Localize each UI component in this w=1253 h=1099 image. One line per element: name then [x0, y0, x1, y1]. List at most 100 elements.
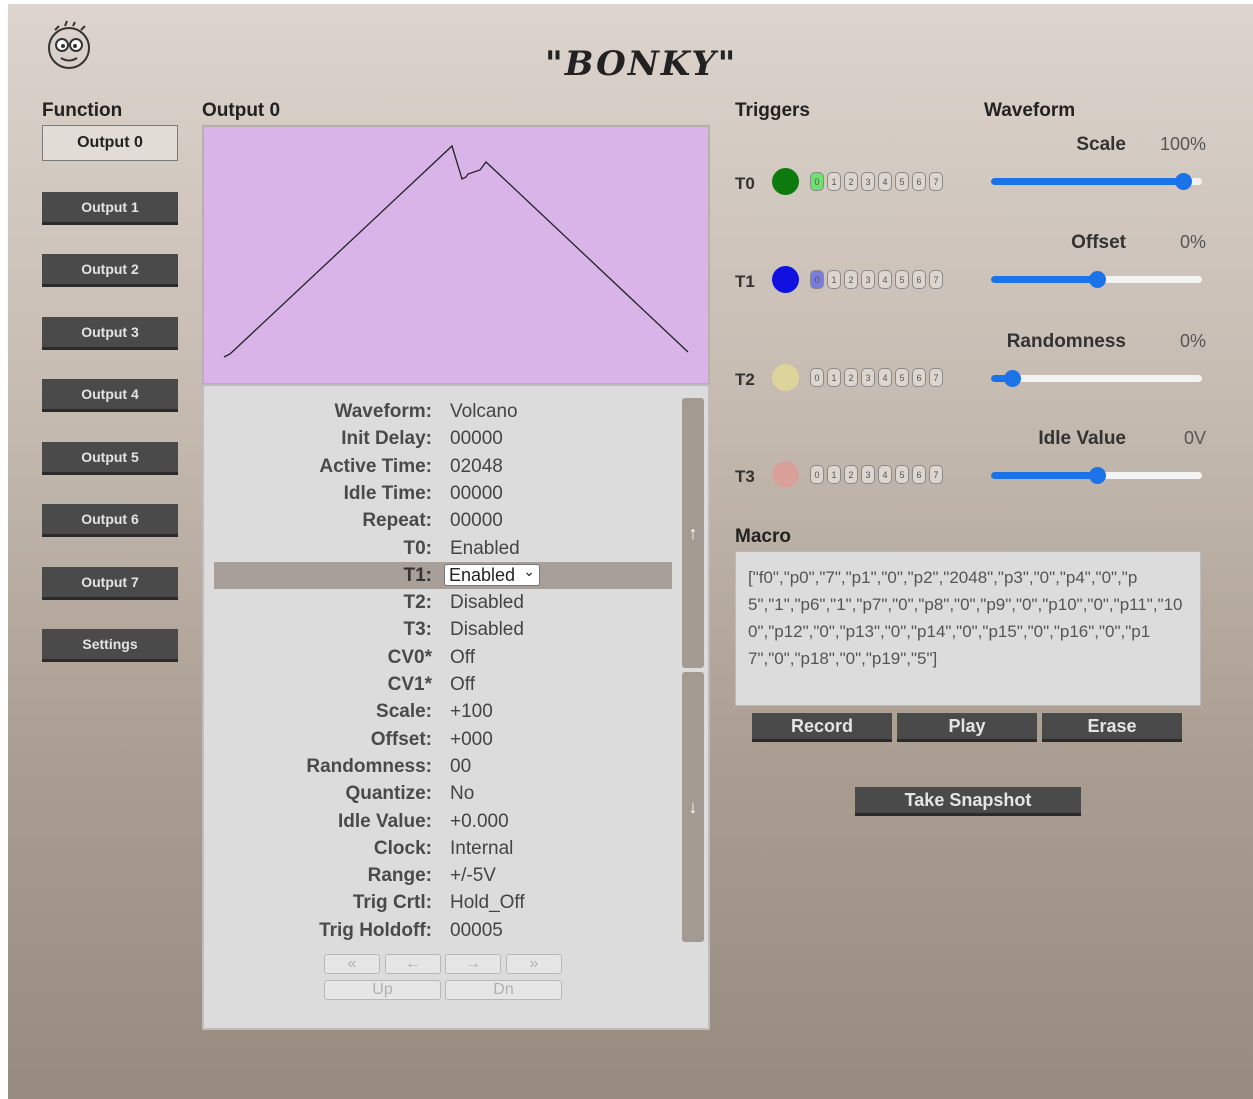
trigger-bit-toggle[interactable]: 0: [810, 465, 824, 484]
param-row[interactable]: Idle Value: +0.000: [214, 808, 672, 835]
param-row[interactable]: T0: Enabled: [214, 535, 672, 562]
trigger-bit-toggle[interactable]: 4: [878, 465, 892, 484]
param-row[interactable]: Clock: Internal: [214, 835, 672, 862]
trigger-bit-toggle[interactable]: 6: [912, 172, 926, 191]
param-row[interactable]: Offset: +000: [214, 726, 672, 753]
param-row[interactable]: T1: Enabled ⌄: [214, 561, 672, 589]
param-row[interactable]: Repeat: 00000: [214, 507, 672, 534]
trigger-bit-toggle[interactable]: 3: [861, 465, 875, 484]
record-button[interactable]: Record: [752, 713, 892, 742]
param-row[interactable]: Quantize: No: [214, 780, 672, 807]
trigger-bit-toggle[interactable]: 0: [810, 172, 824, 191]
param-row[interactable]: CV0* Off: [214, 644, 672, 671]
trigger-bit-toggle[interactable]: 1: [827, 270, 841, 289]
trigger-bit-toggle[interactable]: 5: [895, 368, 909, 387]
trigger-bit-toggle[interactable]: 6: [912, 465, 926, 484]
trigger-bit-toggle[interactable]: 7: [929, 270, 943, 289]
param-row[interactable]: Init Delay: 00000: [214, 425, 672, 452]
trigger-bit-toggle[interactable]: 7: [929, 172, 943, 191]
nav-first-button[interactable]: «: [324, 954, 380, 974]
trigger-bit-toggle[interactable]: 6: [912, 270, 926, 289]
trigger-bit-toggle[interactable]: 6: [912, 368, 926, 387]
trigger-bit-toggle[interactable]: 1: [827, 368, 841, 387]
param-value[interactable]: 00000: [450, 510, 503, 532]
trigger-bit-toggle[interactable]: 5: [895, 270, 909, 289]
param-value[interactable]: Off: [450, 647, 475, 669]
param-value[interactable]: +/-5V: [450, 865, 496, 887]
param-value[interactable]: +0.000: [450, 811, 509, 833]
slider-track[interactable]: [991, 173, 1202, 190]
trigger-bit-toggle[interactable]: 0: [810, 270, 824, 289]
param-value[interactable]: +100: [450, 701, 493, 723]
trigger-bit-toggle[interactable]: 3: [861, 368, 875, 387]
param-value[interactable]: Off: [450, 674, 475, 696]
trigger-bit-toggle[interactable]: 2: [844, 368, 858, 387]
play-button[interactable]: Play: [897, 713, 1037, 742]
trigger-bit-toggle[interactable]: 4: [878, 172, 892, 191]
function-button-settings[interactable]: Settings: [42, 629, 178, 662]
trigger-bit-toggle[interactable]: 3: [861, 172, 875, 191]
nav-prev-button[interactable]: ←: [385, 954, 441, 974]
param-value[interactable]: Internal: [450, 838, 513, 860]
scroll-up-button[interactable]: ↑: [682, 398, 704, 668]
param-value[interactable]: Disabled: [450, 592, 524, 614]
trigger-bit-toggle[interactable]: 7: [929, 465, 943, 484]
param-row[interactable]: T2: Disabled: [214, 589, 672, 616]
param-value[interactable]: 02048: [450, 456, 503, 478]
param-row[interactable]: Trig Holdoff: 00005: [214, 917, 672, 944]
function-button-output-7[interactable]: Output 7: [42, 567, 178, 600]
function-button-output-6[interactable]: Output 6: [42, 504, 178, 537]
param-row[interactable]: Waveform: Volcano: [214, 398, 672, 425]
trigger-bit-toggle[interactable]: 5: [895, 465, 909, 484]
function-button-output-4[interactable]: Output 4: [42, 379, 178, 412]
trigger-indicator[interactable]: [772, 461, 799, 488]
param-value[interactable]: Disabled: [450, 619, 524, 641]
function-button-output-2[interactable]: Output 2: [42, 254, 178, 287]
param-value[interactable]: +000: [450, 729, 493, 751]
trigger-bit-toggle[interactable]: 2: [844, 270, 858, 289]
slider-track[interactable]: [991, 271, 1202, 288]
function-button-output-5[interactable]: Output 5: [42, 442, 178, 475]
param-value[interactable]: No: [450, 783, 474, 805]
erase-button[interactable]: Erase: [1042, 713, 1182, 742]
param-value[interactable]: Hold_Off: [450, 892, 525, 914]
slider-track[interactable]: [991, 370, 1202, 387]
function-button-output-0[interactable]: Output 0: [42, 125, 178, 161]
slider-knob[interactable]: [1088, 271, 1106, 288]
trigger-bit-toggle[interactable]: 7: [929, 368, 943, 387]
nav-up-button[interactable]: Up: [324, 980, 441, 1000]
trigger-indicator[interactable]: [772, 266, 799, 293]
trigger-indicator[interactable]: [772, 168, 799, 195]
take-snapshot-button[interactable]: Take Snapshot: [855, 787, 1081, 816]
trigger-bit-toggle[interactable]: 2: [844, 465, 858, 484]
trigger-bit-toggle[interactable]: 3: [861, 270, 875, 289]
param-value[interactable]: 00000: [450, 483, 503, 505]
slider-track[interactable]: [991, 467, 1202, 484]
param-value[interactable]: 00000: [450, 428, 503, 450]
param-row[interactable]: Idle Time: 00000: [214, 480, 672, 507]
trigger-bit-toggle[interactable]: 5: [895, 172, 909, 191]
nav-next-button[interactable]: →: [445, 954, 501, 974]
trigger-bit-toggle[interactable]: 1: [827, 465, 841, 484]
param-row[interactable]: CV1* Off: [214, 671, 672, 698]
param-row[interactable]: T3: Disabled: [214, 616, 672, 643]
trigger-bit-toggle[interactable]: 4: [878, 368, 892, 387]
scroll-down-button[interactable]: ↓: [682, 672, 704, 942]
slider-knob[interactable]: [1004, 370, 1022, 387]
param-row[interactable]: Randomness: 00: [214, 753, 672, 780]
nav-last-button[interactable]: »: [506, 954, 562, 974]
macro-textarea[interactable]: ["f0","p0","7","p1","0","p2","2048","p3"…: [735, 551, 1201, 706]
slider-knob[interactable]: [1175, 173, 1192, 190]
param-row[interactable]: Scale: +100: [214, 698, 672, 725]
trigger-bit-toggle[interactable]: 1: [827, 172, 841, 191]
trigger-bit-toggle[interactable]: 2: [844, 172, 858, 191]
function-button-output-1[interactable]: Output 1: [42, 192, 178, 225]
param-value[interactable]: 00: [450, 756, 471, 778]
trigger-bit-toggle[interactable]: 4: [878, 270, 892, 289]
trigger-bit-toggle[interactable]: 0: [810, 368, 824, 387]
param-value[interactable]: 00005: [450, 920, 503, 942]
param-value[interactable]: Enabled: [450, 538, 520, 560]
param-row[interactable]: Trig Crtl: Hold_Off: [214, 889, 672, 916]
slider-knob[interactable]: [1088, 467, 1106, 484]
param-value[interactable]: Volcano: [450, 401, 518, 423]
